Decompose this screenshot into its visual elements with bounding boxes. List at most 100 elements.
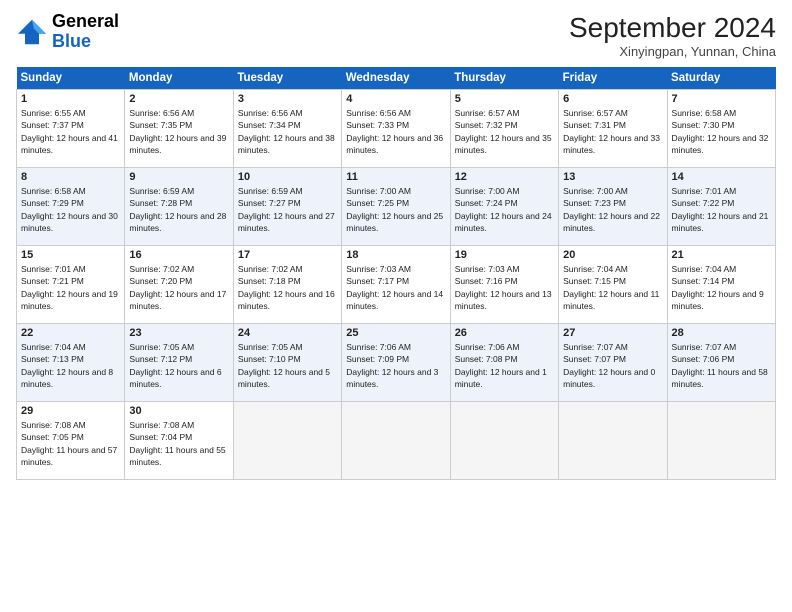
day-number: 11 bbox=[346, 171, 445, 183]
daylight-label: Daylight: 12 hours and 14 minutes. bbox=[346, 289, 443, 311]
table-row: 24 Sunrise: 7:05 AM Sunset: 7:10 PM Dayl… bbox=[233, 324, 341, 402]
day-number: 1 bbox=[21, 93, 120, 105]
sunset-label: Sunset: 7:32 PM bbox=[455, 120, 518, 130]
sunset-label: Sunset: 7:07 PM bbox=[563, 354, 626, 364]
sunset-label: Sunset: 7:20 PM bbox=[129, 276, 192, 286]
day-info: Sunrise: 7:01 AM Sunset: 7:21 PM Dayligh… bbox=[21, 263, 120, 312]
table-row: 10 Sunrise: 6:59 AM Sunset: 7:27 PM Dayl… bbox=[233, 168, 341, 246]
sunrise-label: Sunrise: 7:02 AM bbox=[238, 264, 303, 274]
table-row: 12 Sunrise: 7:00 AM Sunset: 7:24 PM Dayl… bbox=[450, 168, 558, 246]
logo-general: General bbox=[52, 11, 119, 31]
day-number: 12 bbox=[455, 171, 554, 183]
day-info: Sunrise: 6:57 AM Sunset: 7:31 PM Dayligh… bbox=[563, 107, 662, 156]
day-number: 17 bbox=[238, 249, 337, 261]
day-number: 4 bbox=[346, 93, 445, 105]
daylight-label: Daylight: 12 hours and 22 minutes. bbox=[563, 211, 660, 233]
col-saturday: Saturday bbox=[667, 67, 775, 90]
day-number: 8 bbox=[21, 171, 120, 183]
daylight-label: Daylight: 12 hours and 16 minutes. bbox=[238, 289, 335, 311]
table-row: 8 Sunrise: 6:58 AM Sunset: 7:29 PM Dayli… bbox=[17, 168, 125, 246]
day-number: 24 bbox=[238, 327, 337, 339]
sunset-label: Sunset: 7:17 PM bbox=[346, 276, 409, 286]
header: General Blue September 2024 Xinyingpan, … bbox=[16, 12, 776, 59]
day-info: Sunrise: 7:08 AM Sunset: 7:05 PM Dayligh… bbox=[21, 419, 120, 468]
header-row: Sunday Monday Tuesday Wednesday Thursday… bbox=[17, 67, 776, 90]
day-number: 19 bbox=[455, 249, 554, 261]
daylight-label: Daylight: 12 hours and 35 minutes. bbox=[455, 133, 552, 155]
sunset-label: Sunset: 7:27 PM bbox=[238, 198, 301, 208]
table-row: 27 Sunrise: 7:07 AM Sunset: 7:07 PM Dayl… bbox=[559, 324, 667, 402]
table-row bbox=[559, 402, 667, 480]
sunrise-label: Sunrise: 7:06 AM bbox=[346, 342, 411, 352]
daylight-label: Daylight: 12 hours and 8 minutes. bbox=[21, 367, 113, 389]
col-tuesday: Tuesday bbox=[233, 67, 341, 90]
table-row bbox=[450, 402, 558, 480]
sunrise-label: Sunrise: 7:08 AM bbox=[21, 420, 86, 430]
daylight-label: Daylight: 12 hours and 24 minutes. bbox=[455, 211, 552, 233]
sunrise-label: Sunrise: 6:56 AM bbox=[129, 108, 194, 118]
sunrise-label: Sunrise: 7:01 AM bbox=[672, 186, 737, 196]
day-info: Sunrise: 7:00 AM Sunset: 7:25 PM Dayligh… bbox=[346, 185, 445, 234]
daylight-label: Daylight: 12 hours and 17 minutes. bbox=[129, 289, 226, 311]
day-number: 18 bbox=[346, 249, 445, 261]
sunset-label: Sunset: 7:30 PM bbox=[672, 120, 735, 130]
day-number: 21 bbox=[672, 249, 771, 261]
sunrise-label: Sunrise: 6:56 AM bbox=[346, 108, 411, 118]
day-number: 29 bbox=[21, 405, 120, 417]
day-info: Sunrise: 7:01 AM Sunset: 7:22 PM Dayligh… bbox=[672, 185, 771, 234]
day-number: 20 bbox=[563, 249, 662, 261]
sunset-label: Sunset: 7:24 PM bbox=[455, 198, 518, 208]
day-info: Sunrise: 7:02 AM Sunset: 7:20 PM Dayligh… bbox=[129, 263, 228, 312]
table-row bbox=[342, 402, 450, 480]
table-row: 19 Sunrise: 7:03 AM Sunset: 7:16 PM Dayl… bbox=[450, 246, 558, 324]
daylight-label: Daylight: 12 hours and 9 minutes. bbox=[672, 289, 764, 311]
calendar-row: 15 Sunrise: 7:01 AM Sunset: 7:21 PM Dayl… bbox=[17, 246, 776, 324]
table-row: 28 Sunrise: 7:07 AM Sunset: 7:06 PM Dayl… bbox=[667, 324, 775, 402]
sunset-label: Sunset: 7:21 PM bbox=[21, 276, 84, 286]
day-info: Sunrise: 7:06 AM Sunset: 7:08 PM Dayligh… bbox=[455, 341, 554, 390]
sunrise-label: Sunrise: 6:59 AM bbox=[129, 186, 194, 196]
sunset-label: Sunset: 7:06 PM bbox=[672, 354, 735, 364]
table-row: 6 Sunrise: 6:57 AM Sunset: 7:31 PM Dayli… bbox=[559, 90, 667, 168]
logo: General Blue bbox=[16, 12, 119, 52]
sunrise-label: Sunrise: 7:04 AM bbox=[21, 342, 86, 352]
day-number: 5 bbox=[455, 93, 554, 105]
table-row: 17 Sunrise: 7:02 AM Sunset: 7:18 PM Dayl… bbox=[233, 246, 341, 324]
day-number: 6 bbox=[563, 93, 662, 105]
table-row: 5 Sunrise: 6:57 AM Sunset: 7:32 PM Dayli… bbox=[450, 90, 558, 168]
day-info: Sunrise: 6:56 AM Sunset: 7:35 PM Dayligh… bbox=[129, 107, 228, 156]
table-row: 21 Sunrise: 7:04 AM Sunset: 7:14 PM Dayl… bbox=[667, 246, 775, 324]
sunset-label: Sunset: 7:10 PM bbox=[238, 354, 301, 364]
sunrise-label: Sunrise: 6:58 AM bbox=[672, 108, 737, 118]
sunset-label: Sunset: 7:22 PM bbox=[672, 198, 735, 208]
daylight-label: Daylight: 12 hours and 19 minutes. bbox=[21, 289, 118, 311]
day-info: Sunrise: 7:07 AM Sunset: 7:06 PM Dayligh… bbox=[672, 341, 771, 390]
day-info: Sunrise: 6:59 AM Sunset: 7:28 PM Dayligh… bbox=[129, 185, 228, 234]
daylight-label: Daylight: 12 hours and 13 minutes. bbox=[455, 289, 552, 311]
day-number: 2 bbox=[129, 93, 228, 105]
page-container: General Blue September 2024 Xinyingpan, … bbox=[0, 0, 792, 488]
table-row: 7 Sunrise: 6:58 AM Sunset: 7:30 PM Dayli… bbox=[667, 90, 775, 168]
day-info: Sunrise: 6:59 AM Sunset: 7:27 PM Dayligh… bbox=[238, 185, 337, 234]
day-number: 30 bbox=[129, 405, 228, 417]
sunset-label: Sunset: 7:14 PM bbox=[672, 276, 735, 286]
sunrise-label: Sunrise: 7:00 AM bbox=[455, 186, 520, 196]
sunrise-label: Sunrise: 6:57 AM bbox=[563, 108, 628, 118]
day-info: Sunrise: 7:00 AM Sunset: 7:23 PM Dayligh… bbox=[563, 185, 662, 234]
table-row bbox=[667, 402, 775, 480]
sunset-label: Sunset: 7:15 PM bbox=[563, 276, 626, 286]
daylight-label: Daylight: 12 hours and 38 minutes. bbox=[238, 133, 335, 155]
calendar-body: 1 Sunrise: 6:55 AM Sunset: 7:37 PM Dayli… bbox=[17, 90, 776, 480]
sunrise-label: Sunrise: 7:08 AM bbox=[129, 420, 194, 430]
day-info: Sunrise: 7:04 AM Sunset: 7:15 PM Dayligh… bbox=[563, 263, 662, 312]
sunset-label: Sunset: 7:12 PM bbox=[129, 354, 192, 364]
day-info: Sunrise: 7:03 AM Sunset: 7:16 PM Dayligh… bbox=[455, 263, 554, 312]
sunrise-label: Sunrise: 7:06 AM bbox=[455, 342, 520, 352]
sunrise-label: Sunrise: 7:05 AM bbox=[129, 342, 194, 352]
day-info: Sunrise: 7:04 AM Sunset: 7:14 PM Dayligh… bbox=[672, 263, 771, 312]
daylight-label: Daylight: 12 hours and 6 minutes. bbox=[129, 367, 221, 389]
table-row: 4 Sunrise: 6:56 AM Sunset: 7:33 PM Dayli… bbox=[342, 90, 450, 168]
daylight-label: Daylight: 11 hours and 57 minutes. bbox=[21, 445, 117, 467]
daylight-label: Daylight: 11 hours and 55 minutes. bbox=[129, 445, 225, 467]
table-row: 11 Sunrise: 7:00 AM Sunset: 7:25 PM Dayl… bbox=[342, 168, 450, 246]
